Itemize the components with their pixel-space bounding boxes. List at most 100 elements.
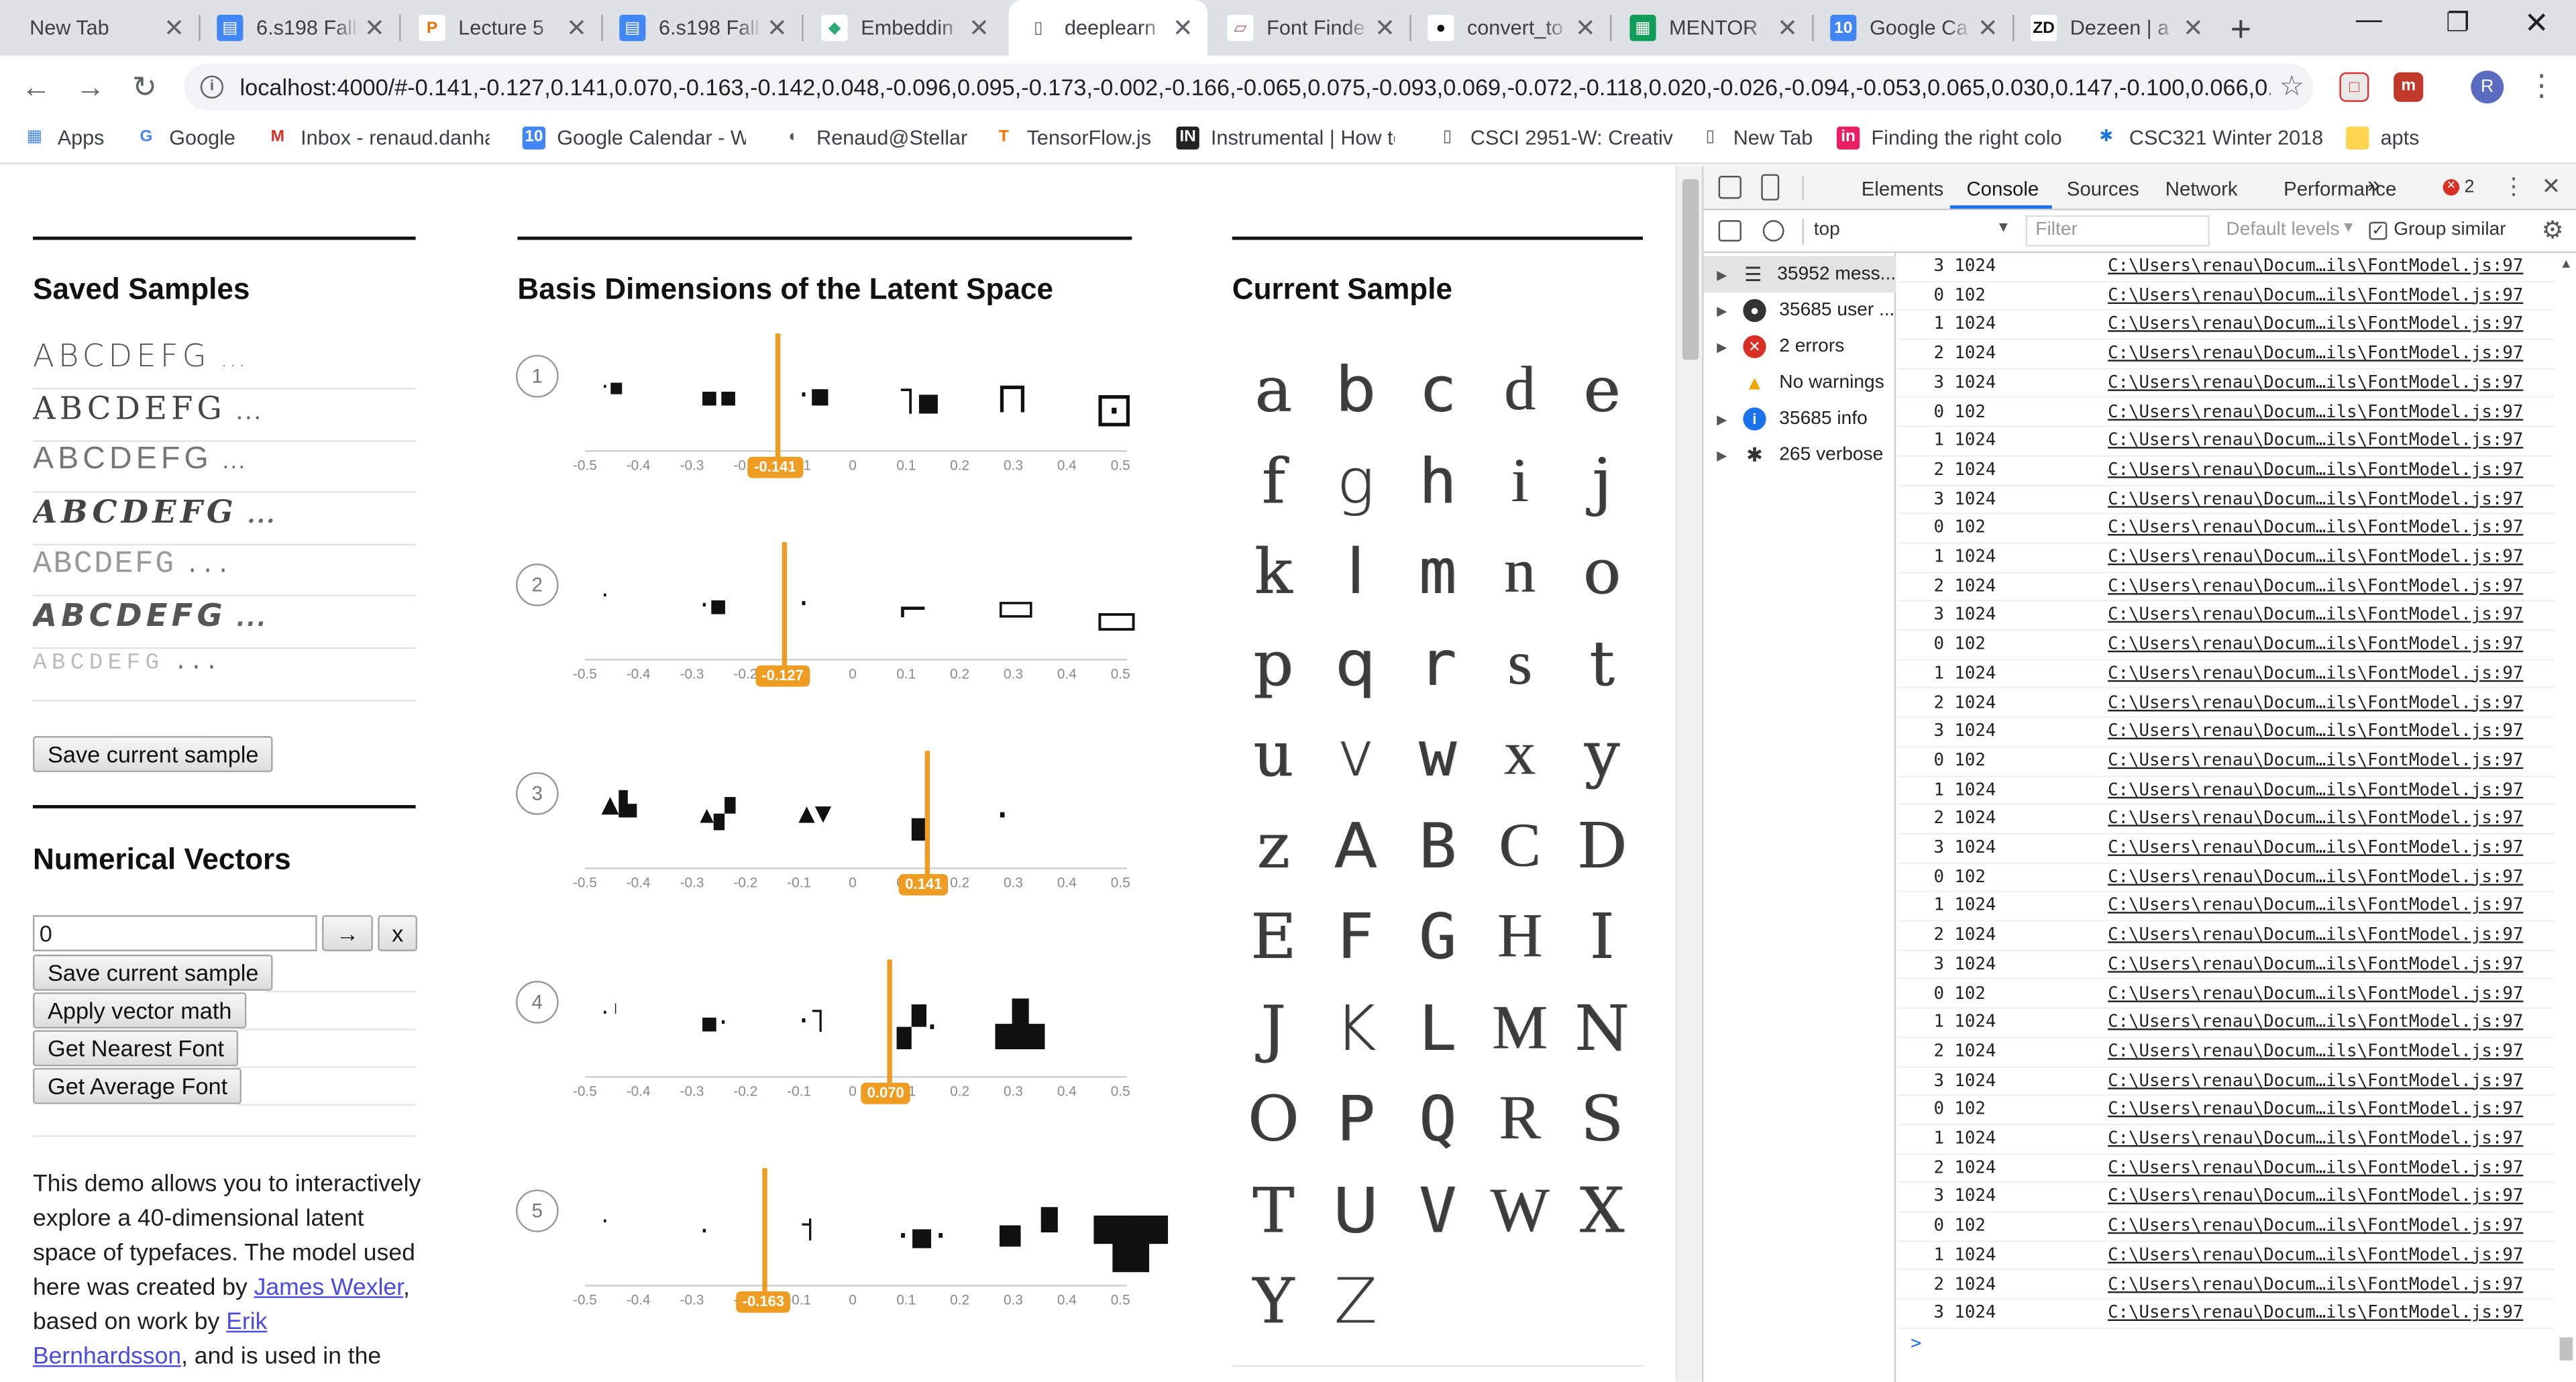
inspect-icon[interactable] xyxy=(1718,176,1741,199)
scrollbar-thumb[interactable] xyxy=(2559,1337,2573,1361)
tab-7[interactable]: ▱ Font Finde ✕ xyxy=(1211,0,1409,56)
bookmark-12[interactable]: ▬ apts xyxy=(2346,126,2419,150)
expand-arrow-icon[interactable]: ▶ xyxy=(1717,303,1736,318)
log-source-link[interactable]: C:\Users\renau\Docum…ils\FontModel.js:97 xyxy=(2108,980,2523,1008)
log-source-link[interactable]: C:\Users\renau\Docum…ils\FontModel.js:97 xyxy=(2108,515,2523,543)
context-chevron-icon[interactable]: ▼ xyxy=(1996,219,2011,235)
console-filter-user[interactable]: ▶ ● 35685 user ... xyxy=(1704,293,1896,329)
log-source-link[interactable]: C:\Users\renau\Docum…ils\FontModel.js:97 xyxy=(2108,893,2523,921)
log-source-link[interactable]: C:\Users\renau\Docum…ils\FontModel.js:97 xyxy=(2108,1213,2523,1241)
tab-6[interactable]: ▯ deeplearn ✕ xyxy=(1008,0,1208,56)
apply-vector-math-button[interactable]: Apply vector math xyxy=(32,992,247,1029)
log-source-link[interactable]: C:\Users\renau\Docum…ils\FontModel.js:97 xyxy=(2108,1300,2523,1328)
more-tabs-icon[interactable]: » xyxy=(2367,171,2380,197)
slider-handle[interactable] xyxy=(782,542,788,674)
saved-sample-row[interactable]: ABCDEFG... xyxy=(32,338,416,390)
tab-4[interactable]: ▤ 6.s198 Fall ✕ xyxy=(603,0,802,56)
scroll-up-icon[interactable]: ▲ xyxy=(2560,256,2573,271)
log-source-link[interactable]: C:\Users\renau\Docum…ils\FontModel.js:97 xyxy=(2108,1155,2523,1183)
clear-button[interactable]: x xyxy=(378,915,418,951)
slider-axis[interactable] xyxy=(584,1285,1128,1287)
get-average-font-button[interactable]: Get Average Font xyxy=(32,1067,243,1104)
log-source-link[interactable]: C:\Users\renau\Docum…ils\FontModel.js:97 xyxy=(2108,573,2523,601)
log-source-link[interactable]: C:\Users\renau\Docum…ils\FontModel.js:97 xyxy=(2108,1183,2523,1212)
log-source-link[interactable]: C:\Users\renau\Docum…ils\FontModel.js:97 xyxy=(2108,1242,2523,1270)
log-source-link[interactable]: C:\Users\renau\Docum…ils\FontModel.js:97 xyxy=(2108,602,2523,630)
log-source-link[interactable]: C:\Users\renau\Docum…ils\FontModel.js:97 xyxy=(2108,1096,2523,1124)
saved-sample-row[interactable]: ABCDEFG... xyxy=(32,650,416,701)
log-source-link[interactable]: C:\Users\renau\Docum…ils\FontModel.js:97 xyxy=(2108,660,2523,688)
slider-axis[interactable] xyxy=(584,1076,1128,1078)
james-wexler-link[interactable]: James Wexler xyxy=(254,1275,403,1301)
slider-axis[interactable] xyxy=(584,659,1128,661)
console-settings-gear-icon[interactable]: ⚙ xyxy=(2542,215,2564,245)
devtools-menu-icon[interactable]: ⋮ xyxy=(2502,172,2525,201)
bookmark-star-icon[interactable]: ☆ xyxy=(2271,70,2314,103)
log-source-link[interactable]: C:\Users\renau\Docum…ils\FontModel.js:97 xyxy=(2108,253,2523,281)
scrollbar-thumb[interactable] xyxy=(1682,178,1699,360)
page-scrollbar[interactable] xyxy=(1675,166,1703,1382)
saved-sample-row[interactable]: ABCDEFG... xyxy=(32,546,416,597)
log-source-link[interactable]: C:\Users\renau\Docum…ils\FontModel.js:97 xyxy=(2108,747,2523,776)
saved-sample-row[interactable]: ABCDEFG... xyxy=(32,598,416,649)
log-source-link[interactable]: C:\Users\renau\Docum…ils\FontModel.js:97 xyxy=(2108,776,2523,804)
close-tab-icon[interactable]: ✕ xyxy=(360,13,389,43)
log-source-link[interactable]: C:\Users\renau\Docum…ils\FontModel.js:97 xyxy=(2108,340,2523,368)
bookmark-8[interactable]: ▯ CSCI 2951-W: Creativ xyxy=(1436,126,1673,150)
log-source-link[interactable]: C:\Users\renau\Docum…ils\FontModel.js:97 xyxy=(2108,719,2523,747)
reload-button[interactable]: ↻ xyxy=(125,67,164,107)
log-source-link[interactable]: C:\Users\renau\Docum…ils\FontModel.js:97 xyxy=(2108,457,2523,485)
log-source-link[interactable]: C:\Users\renau\Docum…ils\FontModel.js:97 xyxy=(2108,1039,2523,1067)
context-selector[interactable]: top xyxy=(1814,220,1840,240)
bookmark-1[interactable]: ▦ Apps xyxy=(23,126,105,150)
save-current-sample-button[interactable]: Save current sample xyxy=(32,736,274,773)
slider-axis[interactable] xyxy=(584,867,1128,869)
tab-2[interactable]: ▤ 6.s198 Fall ✕ xyxy=(201,0,399,56)
close-devtools-icon[interactable]: ✕ xyxy=(2542,172,2561,201)
address-bar[interactable]: i localhost:4000/#-0.141,-0.127,0.141,0.… xyxy=(184,64,2314,111)
log-source-link[interactable]: C:\Users\renau\Docum…ils\FontModel.js:97 xyxy=(2108,951,2523,979)
close-tab-icon[interactable]: ✕ xyxy=(1570,13,1600,43)
console-filter-error[interactable]: ▶ ✕ 2 errors xyxy=(1704,329,1896,365)
console-filter-info[interactable]: ▶ i 35685 info xyxy=(1704,401,1896,437)
bookmark-7[interactable]: IN Instrumental | How to xyxy=(1176,126,1395,150)
tab-9[interactable]: ▦ MENTOR ✕ xyxy=(1613,0,1812,56)
bookmark-9[interactable]: ▯ New Tab xyxy=(1699,126,1813,150)
bookmark-5[interactable]: ◐ Renaud@Stellar xyxy=(782,126,967,150)
tab-3[interactable]: P Lecture 5 ✕ xyxy=(402,0,601,56)
slider-handle[interactable] xyxy=(925,751,931,883)
sidebar-toggle-icon[interactable] xyxy=(1718,220,1741,242)
new-tab-button[interactable]: + xyxy=(2221,8,2261,51)
devtools-tab-sources[interactable]: Sources xyxy=(2067,177,2139,200)
console-filter-input[interactable]: Filter xyxy=(2025,215,2210,247)
save-sample-vector-button[interactable]: Save current sample xyxy=(32,954,274,991)
menu-icon[interactable]: ⋮ xyxy=(2527,69,2557,103)
bookmark-4[interactable]: 10 Google Calendar - W xyxy=(522,126,746,150)
bookmark-10[interactable]: in Finding the right colo xyxy=(1836,126,2062,150)
minimize-button[interactable]: — xyxy=(2336,7,2402,36)
saved-sample-row[interactable]: ABCDEFG... xyxy=(32,390,416,441)
close-window-button[interactable]: ✕ xyxy=(2504,7,2569,41)
log-source-link[interactable]: C:\Users\renau\Docum…ils\FontModel.js:97 xyxy=(2108,806,2523,834)
slider-handle[interactable] xyxy=(888,959,893,1092)
device-toolbar-icon[interactable] xyxy=(1761,174,1780,201)
console-filter-list[interactable]: ▶ ☰ 35952 mess... xyxy=(1703,256,1896,293)
devtools-tab-console[interactable]: Console xyxy=(1966,177,2039,200)
get-nearest-font-button[interactable]: Get Nearest Font xyxy=(32,1030,239,1067)
group-similar-checkbox[interactable]: ✓ xyxy=(2369,221,2387,240)
forward-button[interactable]: → xyxy=(70,67,110,107)
pocket-extension-icon[interactable]: □ xyxy=(2339,72,2369,102)
close-tab-icon[interactable]: ✕ xyxy=(160,13,189,43)
close-tab-icon[interactable]: ✕ xyxy=(1168,13,1197,43)
expand-arrow-icon[interactable]: ▶ xyxy=(1717,411,1736,426)
close-tab-icon[interactable]: ✕ xyxy=(762,13,792,43)
expand-arrow-icon[interactable]: ▶ xyxy=(1717,339,1736,354)
close-tab-icon[interactable]: ✕ xyxy=(1973,13,2002,43)
log-source-link[interactable]: C:\Users\renau\Docum…ils\FontModel.js:97 xyxy=(2108,427,2523,456)
vector-input[interactable]: 0 xyxy=(32,915,317,951)
log-source-link[interactable]: C:\Users\renau\Docum…ils\FontModel.js:97 xyxy=(2108,835,2523,863)
back-button[interactable]: ← xyxy=(16,67,56,107)
log-source-link[interactable]: C:\Users\renau\Docum…ils\FontModel.js:97 xyxy=(2108,922,2523,950)
log-source-link[interactable]: C:\Users\renau\Docum…ils\FontModel.js:97 xyxy=(2108,1271,2523,1299)
bookmark-6[interactable]: T TensorFlow.js xyxy=(992,126,1151,150)
